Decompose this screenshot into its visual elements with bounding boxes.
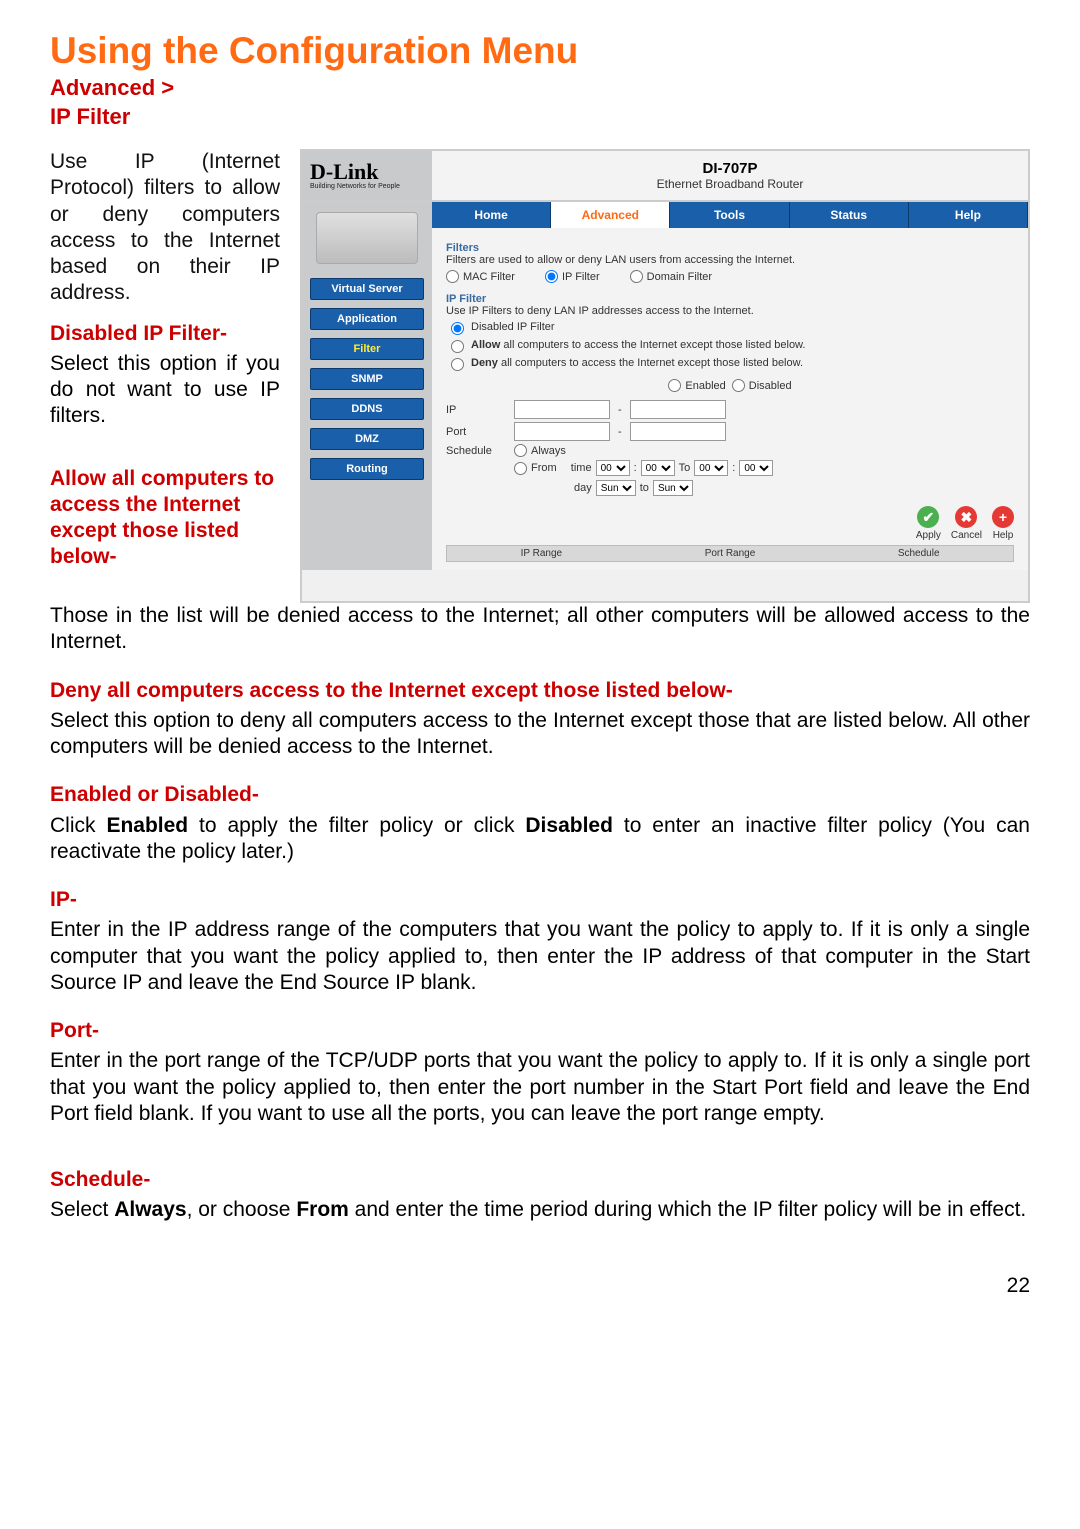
breadcrumb-line2: IP Filter bbox=[50, 104, 130, 129]
time-from-hh[interactable]: 00 bbox=[596, 460, 630, 476]
time-label: time bbox=[571, 462, 592, 474]
router-screenshot: D-Link Building Networks for People DI-7… bbox=[300, 149, 1030, 603]
day-to[interactable]: Sun bbox=[653, 480, 693, 496]
apply-label: Apply bbox=[916, 530, 941, 541]
help-icon: + bbox=[992, 506, 1014, 528]
brand-tagline: Building Networks for People bbox=[310, 183, 424, 190]
page-title: Using the Configuration Menu bbox=[50, 30, 1030, 72]
sidebar-item-application[interactable]: Application bbox=[310, 308, 424, 330]
apply-button[interactable]: ✔ Apply bbox=[916, 506, 941, 541]
radio-ip-filter-label: IP Filter bbox=[562, 271, 600, 283]
ipfilter-title: IP Filter bbox=[446, 293, 1014, 305]
router-sidebar: Virtual Server Application Filter SNMP D… bbox=[302, 202, 432, 570]
router-model: DI-707P bbox=[702, 160, 757, 177]
brand-text: D-Link bbox=[310, 161, 424, 183]
tab-advanced[interactable]: Advanced bbox=[551, 202, 670, 228]
tab-tools[interactable]: Tools bbox=[670, 202, 789, 228]
th-schedule: Schedule bbox=[824, 546, 1013, 561]
filters-desc: Filters are used to allow or deny LAN us… bbox=[446, 254, 1014, 266]
policy-deny-label: Deny all computers to access the Interne… bbox=[471, 357, 803, 369]
ipfilter-desc: Use IP Filters to deny LAN IP addresses … bbox=[446, 305, 1014, 317]
radio-mac-filter-label: MAC Filter bbox=[463, 271, 515, 283]
brand-logo: D-Link Building Networks for People bbox=[302, 151, 432, 200]
body-ip: Enter in the IP address range of the com… bbox=[50, 917, 1030, 996]
help-label: Help bbox=[993, 530, 1014, 541]
to-label: To bbox=[679, 462, 691, 474]
time-to-hh[interactable]: 00 bbox=[694, 460, 728, 476]
ip-label: IP bbox=[446, 404, 506, 416]
heading-ip: IP- bbox=[50, 887, 1030, 913]
radio-ip-filter[interactable]: IP Filter bbox=[545, 270, 600, 283]
th-ip-range: IP Range bbox=[447, 546, 636, 561]
tab-help[interactable]: Help bbox=[909, 202, 1028, 228]
help-button[interactable]: + Help bbox=[992, 506, 1014, 541]
day-label: day bbox=[574, 482, 592, 494]
heading-port: Port- bbox=[50, 1018, 1030, 1044]
schedule-label: Schedule bbox=[446, 445, 506, 457]
radio-always-label: Always bbox=[531, 445, 566, 457]
sidebar-item-filter[interactable]: Filter bbox=[310, 338, 424, 360]
radio-always[interactable]: Always bbox=[514, 444, 566, 457]
heading-disabled-ip-filter: Disabled IP Filter- bbox=[50, 321, 280, 347]
policy-disabled-label: Disabled IP Filter bbox=[471, 321, 555, 333]
sidebar-item-dmz[interactable]: DMZ bbox=[310, 428, 424, 450]
policy-allow[interactable]: Allow all computers to access the Intern… bbox=[446, 337, 1014, 353]
intro-text: Use IP (Internet Protocol) filters to al… bbox=[50, 149, 280, 307]
cancel-icon: ✖ bbox=[955, 506, 977, 528]
radio-enabled-label: Enabled bbox=[685, 380, 725, 392]
radio-enabled[interactable]: Enabled bbox=[668, 379, 725, 392]
radio-from[interactable]: From bbox=[514, 462, 557, 475]
day-from[interactable]: Sun bbox=[596, 480, 636, 496]
port-start-input[interactable] bbox=[514, 422, 610, 441]
body-deny-all: Select this option to deny all computers… bbox=[50, 708, 1030, 761]
body-enabled-disabled: Click Enabled to apply the filter policy… bbox=[50, 813, 1030, 866]
router-subtitle: Ethernet Broadband Router bbox=[657, 177, 804, 191]
breadcrumb: Advanced > IP Filter bbox=[50, 74, 1030, 131]
radio-disabled-label: Disabled bbox=[749, 380, 792, 392]
page-number: 22 bbox=[50, 1274, 1030, 1298]
cancel-label: Cancel bbox=[951, 530, 982, 541]
policy-disabled[interactable]: Disabled IP Filter bbox=[446, 319, 1014, 335]
body-schedule: Select Always, or choose From and enter … bbox=[50, 1197, 1030, 1223]
ip-start-input[interactable] bbox=[514, 400, 610, 419]
radio-mac-filter[interactable]: MAC Filter bbox=[446, 270, 515, 283]
sidebar-item-virtual-server[interactable]: Virtual Server bbox=[310, 278, 424, 300]
sidebar-item-snmp[interactable]: SNMP bbox=[310, 368, 424, 390]
heading-deny-all: Deny all computers access to the Interne… bbox=[50, 678, 1030, 704]
heading-schedule: Schedule- bbox=[50, 1167, 1030, 1193]
policy-deny[interactable]: Deny all computers to access the Interne… bbox=[446, 355, 1014, 371]
apply-icon: ✔ bbox=[917, 506, 939, 528]
heading-allow-all: Allow all computers to access the Intern… bbox=[50, 466, 280, 571]
ip-end-input[interactable] bbox=[630, 400, 726, 419]
port-label: Port bbox=[446, 426, 506, 438]
time-to-mm[interactable]: 00 bbox=[739, 460, 773, 476]
radio-domain-filter-label: Domain Filter bbox=[647, 271, 712, 283]
filters-title: Filters bbox=[446, 242, 1014, 254]
sidebar-item-ddns[interactable]: DDNS bbox=[310, 398, 424, 420]
policy-allow-label: Allow all computers to access the Intern… bbox=[471, 339, 805, 351]
device-icon bbox=[316, 212, 418, 264]
radio-domain-filter[interactable]: Domain Filter bbox=[630, 270, 712, 283]
breadcrumb-line1: Advanced > bbox=[50, 75, 174, 100]
body-disabled-ip-filter: Select this option if you do not want to… bbox=[50, 351, 280, 430]
sidebar-item-routing[interactable]: Routing bbox=[310, 458, 424, 480]
radio-disabled[interactable]: Disabled bbox=[732, 379, 792, 392]
tab-home[interactable]: Home bbox=[432, 202, 551, 228]
body-allow-all: Those in the list will be denied access … bbox=[50, 603, 1030, 656]
tab-status[interactable]: Status bbox=[790, 202, 909, 228]
to-low-label: to bbox=[640, 482, 649, 494]
port-end-input[interactable] bbox=[630, 422, 726, 441]
tab-row: Home Advanced Tools Status Help bbox=[432, 202, 1028, 228]
heading-enabled-disabled: Enabled or Disabled- bbox=[50, 782, 1030, 808]
body-port: Enter in the port range of the TCP/UDP p… bbox=[50, 1048, 1030, 1127]
time-from-mm[interactable]: 00 bbox=[641, 460, 675, 476]
cancel-button[interactable]: ✖ Cancel bbox=[951, 506, 982, 541]
radio-from-label: From bbox=[531, 462, 557, 474]
th-port-range: Port Range bbox=[636, 546, 825, 561]
table-header: IP Range Port Range Schedule bbox=[446, 545, 1014, 562]
